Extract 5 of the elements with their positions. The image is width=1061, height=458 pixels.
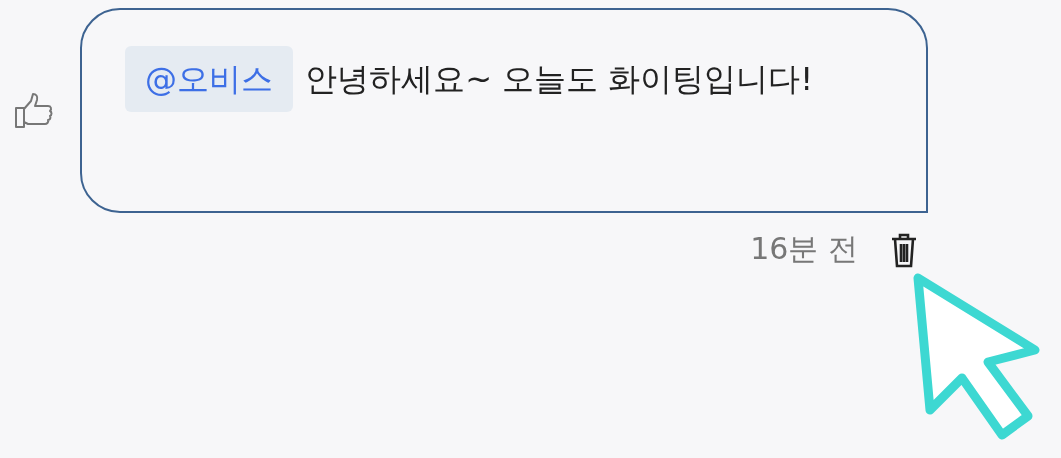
message-text: @오비스 안녕하세요~ 오늘도 화이팅입니다!: [125, 46, 856, 112]
mention-tag[interactable]: @오비스: [125, 46, 293, 112]
thumbs-up-icon[interactable]: [14, 92, 54, 129]
timestamp: 16분 전: [750, 230, 858, 268]
trash-icon[interactable]: [890, 231, 918, 268]
